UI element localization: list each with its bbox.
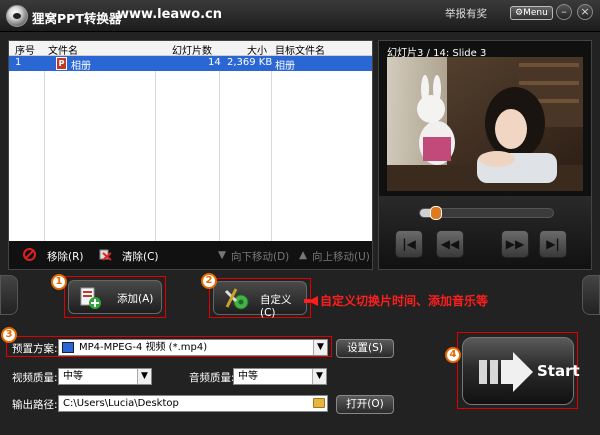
add-file-icon bbox=[80, 287, 101, 309]
video-quality-select[interactable]: 中等 ▼ bbox=[58, 368, 152, 385]
last-slide-button[interactable]: ▶| bbox=[539, 230, 567, 258]
last-slide-icon: ▶| bbox=[546, 237, 560, 251]
tools-icon bbox=[224, 288, 249, 310]
table-header: 序号 文件名 幻灯片数 大小 目标文件名 bbox=[9, 41, 372, 57]
custom-button-label: 自定义(C) bbox=[260, 294, 292, 319]
column-divider bbox=[156, 41, 220, 241]
video-format-icon bbox=[62, 342, 74, 353]
row-slides: 14 bbox=[208, 57, 221, 68]
start-button[interactable]: Start bbox=[462, 337, 580, 405]
output-path-input[interactable]: C:\Users\Lucia\Desktop bbox=[58, 395, 328, 412]
menu-label: Menu bbox=[523, 8, 548, 18]
preview-panel: 幻灯片3 / 14: Slide 3 |◀ ◀◀ ▶▶ ▶| bbox=[378, 40, 592, 270]
row-index: 1 bbox=[15, 57, 22, 68]
arrow-down-icon: ▼ bbox=[218, 249, 227, 261]
first-slide-button[interactable]: |◀ bbox=[395, 230, 423, 258]
chevron-down-icon: ▼ bbox=[313, 340, 327, 355]
slide-preview-image bbox=[387, 57, 583, 191]
column-divider bbox=[220, 41, 272, 241]
app-url: www.leawo.cn bbox=[117, 7, 223, 22]
custom-annotation-text: 自定义切换片时间、添加音乐等 bbox=[320, 294, 489, 308]
row-target-name: 相册 bbox=[275, 61, 295, 72]
preset-value: MP4-MPEG-4 视频 (*.mp4) bbox=[79, 342, 208, 353]
clear-button[interactable]: 清除(C) bbox=[122, 249, 159, 264]
clear-icon[interactable] bbox=[99, 248, 112, 261]
seek-thumb[interactable] bbox=[429, 206, 442, 220]
column-divider bbox=[9, 41, 45, 241]
next-slide-button[interactable]: ▶▶ bbox=[501, 230, 529, 258]
right-side-tab bbox=[582, 275, 600, 315]
folder-icon[interactable] bbox=[313, 398, 325, 408]
column-divider bbox=[45, 41, 156, 241]
playback-controls: |◀ ◀◀ ▶▶ ▶| bbox=[379, 196, 591, 269]
app-title: 狸窝PPT转换器 bbox=[32, 11, 122, 26]
audio-quality-select[interactable]: 中等 ▼ bbox=[233, 368, 327, 385]
preset-select[interactable]: MP4-MPEG-4 视频 (*.mp4) ▼ bbox=[58, 339, 328, 356]
file-actions-bar: 移除(R) 清除(C) ▼ 向下移动(D) ▲ 向上移动(U) bbox=[9, 245, 372, 269]
start-button-label: Start bbox=[537, 362, 580, 380]
annotation-arrow-icon bbox=[308, 296, 318, 306]
move-down-button[interactable]: 向下移动(D) bbox=[231, 249, 289, 264]
ppt-file-icon: P bbox=[56, 57, 67, 70]
header-file-name[interactable]: 文件名 bbox=[48, 42, 78, 57]
table-row[interactable]: 1 P 相册 14 2,369 KB 相册 bbox=[9, 56, 372, 72]
previous-slide-button[interactable]: ◀◀ bbox=[436, 230, 464, 258]
header-index[interactable]: 序号 bbox=[15, 42, 35, 57]
slide-preview-illustration bbox=[387, 57, 583, 191]
video-quality-value: 中等 bbox=[63, 371, 83, 382]
title-bar: 狸窝PPT转换器 www.leawo.cn 举报有奖 ⚙Menu – × bbox=[0, 0, 600, 32]
fast-forward-icon: ▶▶ bbox=[505, 237, 525, 251]
seek-bar[interactable] bbox=[419, 206, 554, 220]
settings-button[interactable]: 设置(S) bbox=[336, 339, 394, 358]
header-target-name[interactable]: 目标文件名 bbox=[275, 42, 325, 57]
file-table: 序号 文件名 幻灯片数 大小 目标文件名 1 P 相册 14 2,369 KB … bbox=[9, 41, 372, 241]
preset-label: 预置方案: bbox=[12, 343, 58, 355]
close-button[interactable]: × bbox=[577, 4, 593, 20]
audio-quality-value: 中等 bbox=[238, 371, 258, 382]
file-list-panel: 序号 文件名 幻灯片数 大小 目标文件名 1 P 相册 14 2,369 KB … bbox=[8, 40, 373, 270]
first-slide-icon: |◀ bbox=[402, 237, 416, 251]
step-4-badge: 4 bbox=[445, 347, 461, 363]
report-link[interactable]: 举报有奖 bbox=[445, 6, 487, 21]
output-path-value: C:\Users\Lucia\Desktop bbox=[63, 398, 179, 409]
output-path-label: 输出路径: bbox=[12, 399, 58, 411]
add-button[interactable]: 添加(A) bbox=[68, 280, 162, 314]
app-logo-icon bbox=[6, 5, 28, 27]
row-size: 2,369 KB bbox=[227, 57, 273, 68]
open-button[interactable]: 打开(O) bbox=[336, 395, 394, 414]
start-arrow-icon bbox=[479, 352, 533, 392]
row-file-name: 相册 bbox=[71, 61, 91, 72]
remove-icon[interactable] bbox=[23, 248, 36, 261]
audio-quality-label: 音频质量: bbox=[189, 372, 235, 384]
arrow-up-icon: ▲ bbox=[299, 249, 308, 261]
chevron-down-icon: ▼ bbox=[312, 369, 326, 384]
custom-button[interactable]: 自定义(C) bbox=[213, 281, 307, 319]
minimize-button[interactable]: – bbox=[556, 4, 572, 20]
remove-button[interactable]: 移除(R) bbox=[47, 249, 84, 264]
step-2-badge: 2 bbox=[201, 273, 217, 289]
header-size[interactable]: 大小 bbox=[247, 42, 267, 57]
chevron-down-icon: ▼ bbox=[137, 369, 151, 384]
rewind-icon: ◀◀ bbox=[440, 237, 460, 251]
step-1-badge: 1 bbox=[51, 274, 67, 290]
header-slides[interactable]: 幻灯片数 bbox=[172, 42, 212, 57]
video-quality-label: 视频质量: bbox=[12, 372, 58, 384]
add-button-label: 添加(A) bbox=[117, 293, 154, 305]
move-up-button[interactable]: 向上移动(U) bbox=[312, 249, 370, 264]
left-side-tab bbox=[0, 275, 18, 315]
menu-button[interactable]: ⚙Menu bbox=[510, 6, 553, 20]
